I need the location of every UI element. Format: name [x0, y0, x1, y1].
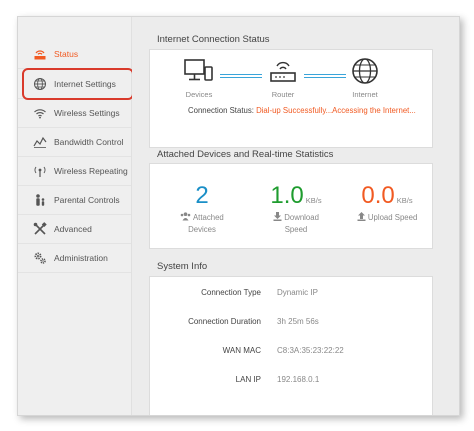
sidebar-item-label: Status — [54, 49, 79, 59]
attached-devices-label: Attached Devices — [170, 212, 234, 235]
download-value-row: 1.0 KB/s — [259, 183, 333, 209]
link-line-devices-router — [220, 74, 262, 78]
section-title-system-info: System Info — [157, 261, 208, 272]
download-speed-unit: KB/s — [305, 196, 322, 205]
section-title-statistics: Attached Devices and Real-time Statistic… — [157, 149, 334, 160]
stat-upload-speed: 0.0 KB/s Upload Speed — [346, 183, 428, 224]
info-row-connection-duration: Connection Duration 3h 25m 56s — [150, 317, 434, 331]
info-key: WAN MAC — [222, 346, 261, 355]
attached-label-line1: Attached — [192, 213, 224, 222]
antenna-icon — [32, 163, 48, 179]
gears-icon — [32, 250, 48, 266]
attached-label-line2: Devices — [188, 225, 216, 234]
sidebar-item-label: Wireless Settings — [54, 108, 120, 118]
info-row-connection-type: Connection Type Dynamic IP — [150, 288, 434, 302]
statistics-card: 2 Attached Devices 1.0 KB/s Download Spe… — [149, 163, 433, 249]
sidebar-item-wireless-settings[interactable]: Wireless Settings — [18, 99, 131, 128]
sidebar-item-label: Parental Controls — [54, 195, 120, 205]
upload-speed-value: 0.0 — [361, 182, 395, 209]
info-row-wan-mac: WAN MAC C8:3A:35:23:22:22 — [150, 346, 434, 360]
stat-attached-devices: 2 Attached Devices — [170, 183, 234, 235]
info-key: Connection Type — [201, 288, 261, 297]
devices-icon — [184, 59, 214, 88]
internet-label: Internet — [352, 90, 378, 99]
download-speed-value: 1.0 — [270, 182, 304, 209]
link-line-router-internet — [304, 74, 346, 78]
connection-status-label: Connection Status: — [188, 106, 254, 115]
upload-icon — [357, 212, 366, 224]
upload-speed-unit: KB/s — [396, 196, 413, 205]
sidebar-item-wireless-repeating[interactable]: Wireless Repeating — [18, 157, 131, 186]
sidebar-item-label: Advanced — [54, 224, 92, 234]
internet-status-card: Devices Router Internet Connection Statu… — [149, 49, 433, 148]
internet-globe-icon — [351, 57, 379, 90]
download-label-line2: Speed — [284, 225, 308, 234]
stat-download-speed: 1.0 KB/s Download Speed — [259, 183, 333, 235]
sidebar: Status Internet Settings Wireless Settin… — [18, 17, 134, 415]
selection-highlight — [22, 68, 134, 100]
connection-status-text: Connection Status: Dial-up Successfully.… — [188, 105, 418, 116]
download-icon — [273, 212, 282, 224]
devices-label: Devices — [185, 90, 213, 99]
sidebar-item-advanced[interactable]: Advanced — [18, 215, 131, 244]
connection-status-value: Dial-up Successfully...Accessing the Int… — [256, 106, 416, 115]
sidebar-item-label: Wireless Repeating — [54, 166, 128, 176]
info-value: 3h 25m 56s — [277, 317, 319, 326]
info-value: 192.168.0.1 — [277, 375, 320, 384]
info-key: LAN IP — [235, 375, 261, 384]
sidebar-item-parental-controls[interactable]: Parental Controls — [18, 186, 131, 215]
sidebar-item-label: Bandwidth Control — [54, 137, 124, 147]
parent-child-icon — [32, 192, 48, 208]
router-admin-window: Status Internet Settings Wireless Settin… — [17, 16, 460, 416]
users-icon — [180, 212, 191, 224]
upload-value-row: 0.0 KB/s — [346, 183, 428, 209]
router-icon — [32, 46, 48, 62]
sidebar-item-label: Administration — [54, 253, 108, 263]
info-value: C8:3A:35:23:22:22 — [277, 346, 344, 355]
sidebar-item-administration[interactable]: Administration — [18, 244, 131, 273]
attached-devices-count: 2 — [195, 182, 209, 209]
wifi-icon — [32, 105, 48, 121]
main-content: Internet Connection Status Devices Route… — [132, 17, 459, 415]
bandwidth-icon — [32, 134, 48, 150]
system-info-card: Connection Type Dynamic IP Connection Du… — [149, 276, 434, 415]
download-label-line1: Download — [284, 213, 319, 222]
tools-icon — [32, 221, 48, 237]
router-device-icon — [269, 59, 297, 90]
info-key: Connection Duration — [188, 317, 261, 326]
sidebar-item-status[interactable]: Status — [18, 40, 131, 69]
sidebar-item-bandwidth-control[interactable]: Bandwidth Control — [18, 128, 131, 157]
download-speed-label: Download Speed — [259, 212, 333, 235]
info-value: Dynamic IP — [277, 288, 318, 297]
section-title-internet-status: Internet Connection Status — [157, 34, 270, 45]
upload-label-line1: Upload Speed — [367, 213, 418, 222]
info-row-lan-ip: LAN IP 192.168.0.1 — [150, 375, 434, 389]
upload-speed-label: Upload Speed — [346, 212, 428, 224]
router-label: Router — [271, 90, 295, 99]
